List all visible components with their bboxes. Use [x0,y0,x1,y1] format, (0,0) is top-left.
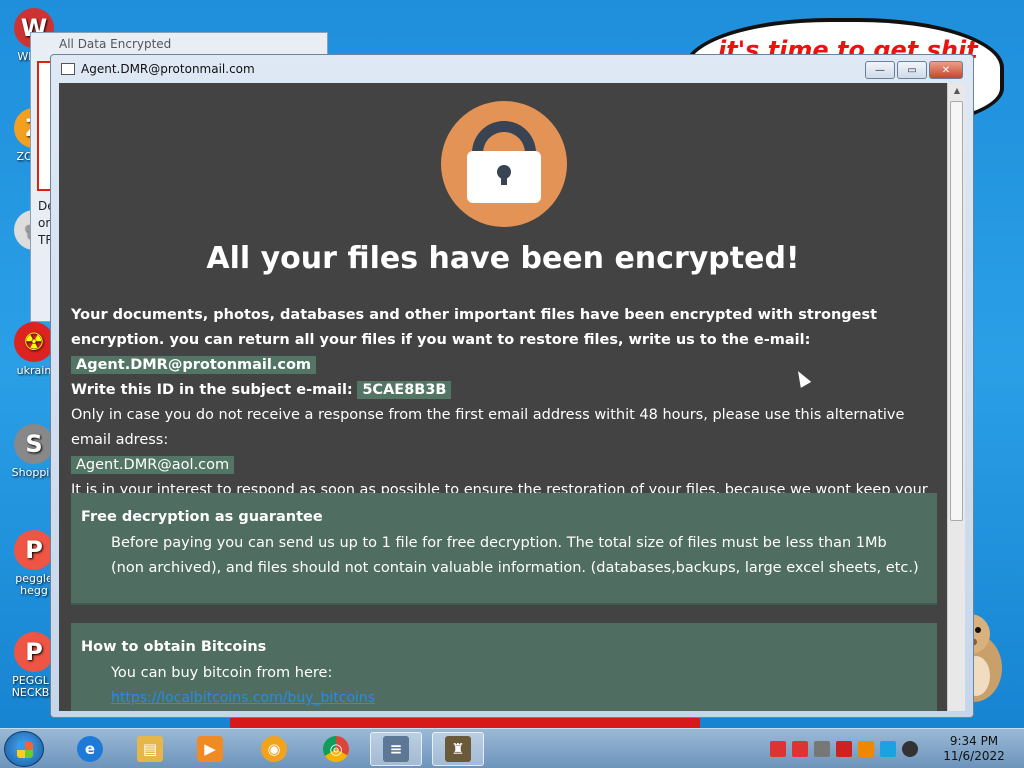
chrome-icon: ◎ [323,736,349,762]
alternative-email[interactable]: Agent.DMR@aol.com [71,456,235,474]
scroll-up-icon[interactable]: ▲ [948,83,965,99]
window-titlebar[interactable]: Agent.DMR@protonmail.com [51,55,973,83]
clock-time: 9:34 PM [949,734,999,748]
notepad-icon: ≡ [383,736,409,762]
close-button[interactable]: ✕ [929,61,963,79]
volume-icon[interactable] [902,741,918,757]
system-clock[interactable]: 9:34 PM 11/6/2022 [936,734,1012,764]
flash-icon: S [14,424,54,464]
primary-email[interactable]: Agent.DMR@protonmail.com [71,356,317,374]
tray-icon[interactable] [792,741,808,757]
ransom-window[interactable]: Agent.DMR@protonmail.com — ▭ ✕ All your … [50,54,974,718]
tray-icon[interactable] [770,741,786,757]
free-decryption-box: Free decryption as guarantee Before payi… [71,493,937,605]
lock-icon [441,101,567,227]
instructions-text: Your documents, photos, databases and ot… [71,307,878,348]
free-decryption-title: Free decryption as guarantee [81,509,323,525]
id-label: Write this ID in the subject e-mail: [71,382,353,398]
weibo-icon: ◉ [261,736,287,762]
taskbar-item-notepad[interactable]: ≡ [370,732,422,766]
clock-date: 11/6/2022 [943,749,1005,763]
system-tray [770,741,918,757]
media-player-icon: ▶ [197,736,223,762]
alt-email-text: Only in case you do not receive a respon… [71,407,905,448]
vertical-scrollbar[interactable]: ▲ [947,83,965,711]
bitcoin-title: How to obtain Bitcoins [81,639,267,655]
radiation-icon: ☢ [14,322,54,362]
taskbar-item-chrome[interactable]: ◎ [310,732,362,766]
internet-explorer-icon: e [77,736,103,762]
taskbar-item-weibo[interactable]: ◉ [248,732,300,766]
peggle-icon: P [14,530,54,570]
window-title: Agent.DMR@protonmail.com [81,62,255,76]
victim-id[interactable]: 5CAE8B3B [357,381,452,399]
folder-icon: ▤ [137,736,163,762]
headline: All your files have been encrypted! [206,241,800,276]
taskbar: e ▤ ▶ ◉ ◎ ≡ ♜ 9:34 PM 11/6/2022 [0,728,1024,768]
taskbar-item-media[interactable]: ▶ [184,732,236,766]
tray-icon[interactable] [814,741,830,757]
taskbar-item-ransom[interactable]: ♜ [432,732,484,766]
tray-icon[interactable] [836,741,852,757]
scrollbar-thumb[interactable] [950,101,963,521]
peggle-icon: P [14,632,54,672]
taskbar-item-ie[interactable]: e [64,732,116,766]
taskbar-item-explorer[interactable]: ▤ [124,732,176,766]
tray-icon[interactable] [880,741,896,757]
ransom-app-icon: ♜ [445,736,471,762]
bitcoin-text: You can buy bitcoin from here: [111,665,333,681]
window-app-icon [61,63,75,75]
tray-icon[interactable] [858,741,874,757]
free-decryption-text: Before paying you can send us up to 1 fi… [111,535,919,576]
ransom-note: All your files have been encrypted! Your… [59,83,947,711]
window-controls: — ▭ ✕ [865,61,963,79]
bitcoin-box: How to obtain Bitcoins You can buy bitco… [71,623,937,711]
start-button[interactable] [4,731,44,767]
window-client-area: All your files have been encrypted! Your… [59,83,965,711]
minimize-button[interactable]: — [865,61,895,79]
bitcoin-link[interactable]: https://localbitcoins.com/buy_bitcoins [71,690,937,706]
maximize-button[interactable]: ▭ [897,61,927,79]
